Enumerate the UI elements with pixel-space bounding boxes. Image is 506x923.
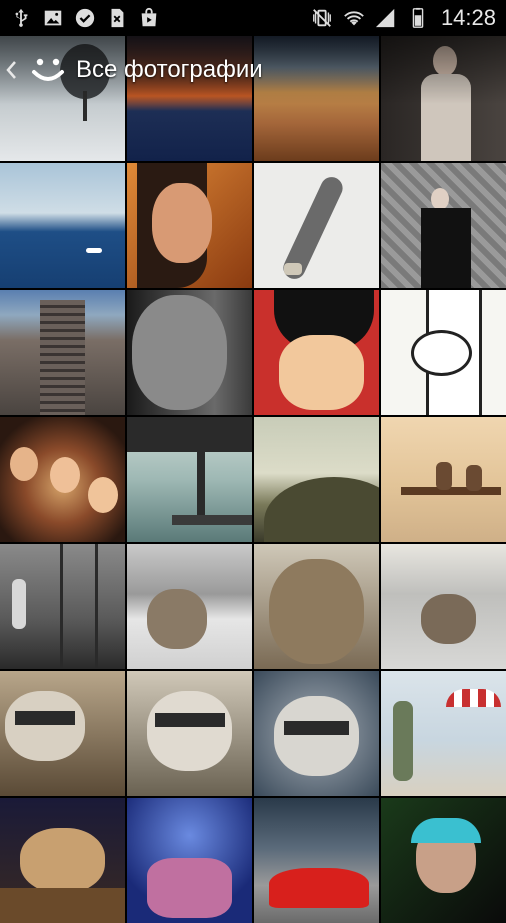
photo-raccoon-guitar[interactable] bbox=[0, 671, 125, 796]
signal-icon bbox=[375, 7, 397, 29]
photo-girl-closeup[interactable] bbox=[127, 163, 252, 288]
status-bar: 14:28 bbox=[0, 0, 506, 36]
photo-grid bbox=[0, 36, 506, 923]
photo-skateboard[interactable] bbox=[254, 163, 379, 288]
vibrate-mute-icon bbox=[311, 7, 333, 29]
photo-party-crowd[interactable] bbox=[0, 417, 125, 542]
smiley-icon bbox=[32, 58, 64, 81]
photo-railway-tracks[interactable] bbox=[0, 290, 125, 415]
page-title: Все фотографии bbox=[76, 56, 263, 83]
photo-cartoon-tree[interactable] bbox=[381, 290, 506, 415]
wifi-icon bbox=[343, 7, 365, 29]
usb-icon bbox=[10, 7, 32, 29]
photo-hill-landscape[interactable] bbox=[254, 417, 379, 542]
photo-kitten-yawn[interactable] bbox=[0, 798, 125, 923]
photo-violinist[interactable] bbox=[381, 163, 506, 288]
check-circle-icon bbox=[74, 7, 96, 29]
photo-raccoon-snow[interactable] bbox=[254, 671, 379, 796]
notification-icons bbox=[0, 7, 170, 29]
sim-error-icon bbox=[106, 7, 128, 29]
action-bar: Все фотографии bbox=[0, 36, 506, 104]
clock: 14:28 bbox=[440, 5, 496, 30]
photo-bench-couple[interactable] bbox=[381, 417, 506, 542]
photo-raccoon-grin[interactable] bbox=[127, 671, 252, 796]
photo-sea-boat[interactable] bbox=[0, 163, 125, 288]
photo-pier-water[interactable] bbox=[127, 417, 252, 542]
chevron-left-icon bbox=[6, 61, 16, 79]
photo-deer-man-beach[interactable] bbox=[381, 671, 506, 796]
system-icons: 14:28 bbox=[301, 5, 506, 31]
photo-kitten-basin[interactable] bbox=[381, 544, 506, 669]
up-navigation-button[interactable] bbox=[0, 36, 68, 104]
battery-icon bbox=[407, 7, 429, 29]
photo-man-portrait[interactable] bbox=[127, 290, 252, 415]
photo-foggy-forest[interactable] bbox=[0, 544, 125, 669]
photo-dj-headphones[interactable] bbox=[381, 798, 506, 923]
photo-red-ferrari[interactable] bbox=[254, 798, 379, 923]
photo-anime-luffy[interactable] bbox=[254, 290, 379, 415]
shopping-bag-icon bbox=[138, 7, 160, 29]
photo-concert-crowd[interactable] bbox=[127, 798, 252, 923]
image-icon bbox=[42, 7, 64, 29]
photo-kitten-sink[interactable] bbox=[127, 544, 252, 669]
photo-kitten-closeup[interactable] bbox=[254, 544, 379, 669]
